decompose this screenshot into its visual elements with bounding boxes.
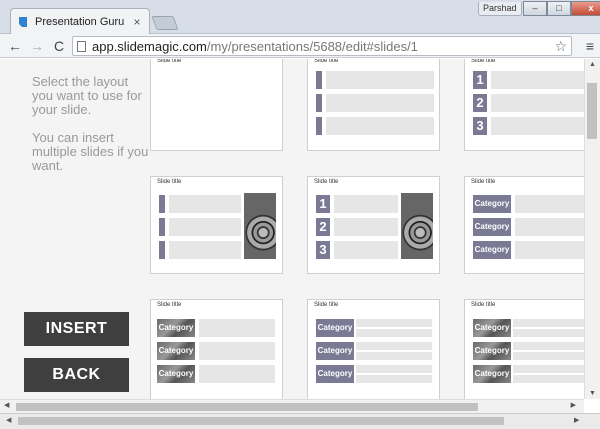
instructions: Select the layout you want to use for yo… [32,75,152,187]
layout-row [159,195,241,213]
layout-card-title-only[interactable]: Slide title [150,59,283,151]
layout-row: 1 [473,71,584,89]
layout-card-photo-category-lines[interactable]: Slide title Category Category Category [464,299,584,399]
scroll-up-icon[interactable]: ▲ [589,61,596,68]
browser-titlebar: Presentation Guru × Parshad – □ x [0,0,600,34]
reload-icon[interactable]: C [50,37,68,55]
layout-card-bullets-photo[interactable]: Slide title [150,176,283,274]
layout-row: 3 [316,241,398,259]
slide-title-label: Slide title [471,302,496,308]
back-button[interactable]: BACK [24,358,129,392]
tab-close-icon[interactable]: × [131,15,143,29]
browser-toolbar: ← → C app.slidemagic.com/my/presentation… [0,34,600,58]
bookmark-star-icon[interactable]: ☆ [554,37,567,55]
instruction-layout: Select the layout you want to use for yo… [32,74,142,117]
page-horizontal-scroll-thumb[interactable] [18,417,504,425]
browser-tab[interactable]: Presentation Guru × [10,8,150,34]
slide-title-label: Slide title [157,179,182,185]
inner-horizontal-scroll-thumb[interactable] [16,403,478,411]
layout-card-bullets[interactable]: Slide title [307,59,440,151]
layout-row: Category [473,365,584,383]
layout-row: Category [157,319,275,337]
layout-card-category-lines[interactable]: Slide title Category Category Category [307,299,440,399]
layout-row: Category [473,218,584,236]
layout-row [159,218,241,236]
page-content: Select the layout you want to use for yo… [0,59,584,399]
new-tab-button[interactable] [151,16,179,30]
slide-title-label: Slide title [314,59,339,64]
slide-title-label: Slide title [471,59,496,64]
tab-title: Presentation Guru [35,15,125,28]
profile-name[interactable]: Parshad [478,2,522,16]
layout-row: Category [316,319,434,337]
layout-row: Category [157,342,275,360]
layout-row: 3 [473,117,584,135]
slide-title-label: Slide title [314,302,339,308]
layout-row: Category [157,365,275,383]
vertical-scroll-thumb[interactable] [587,83,597,139]
scroll-left-icon[interactable]: ◀ [4,401,9,409]
vertical-scrollbar[interactable]: ▲ ▼ [584,59,600,399]
layout-row: Category [473,241,584,259]
url-host: app.slidemagic.com [92,38,207,54]
slide-title-label: Slide title [314,179,339,185]
presentation-guru-icon [19,16,27,27]
slide-title-label: Slide title [157,302,182,308]
layout-row: 2 [473,94,584,112]
layout-row: Category [473,342,584,360]
scroll-down-icon[interactable]: ▼ [589,390,596,397]
layout-card-numbered[interactable]: Slide title 1 2 3 [464,59,584,151]
page-icon [77,40,86,52]
insert-button[interactable]: INSERT [24,312,129,346]
layout-card-photo-categories[interactable]: Slide title Category Category Category [150,299,283,399]
instruction-multiple: You can insert multiple slides if you wa… [32,130,149,173]
menu-icon[interactable]: ≡ [586,36,594,56]
back-arrow-icon[interactable]: ← [6,37,24,55]
layout-row [159,241,241,259]
maximize-button[interactable]: □ [547,1,571,16]
scroll-right-icon[interactable]: ▶ [574,416,579,424]
ferris-wheel-photo [401,193,433,259]
slide-title-label: Slide title [157,59,182,64]
layout-row: Category [316,365,434,383]
slide-title-label: Slide title [471,179,496,185]
scroll-right-icon[interactable]: ▶ [571,401,576,409]
minimize-button[interactable]: – [523,1,547,16]
page-horizontal-scrollbar[interactable]: ◀ ▶ [0,413,600,429]
layout-card-numbered-photo[interactable]: Slide title 1 2 3 [307,176,440,274]
forward-arrow-icon[interactable]: → [28,37,46,55]
layout-card-categories[interactable]: Slide title Category Category Category [464,176,584,274]
layout-row [316,117,434,135]
layout-row [316,71,434,89]
window-controls: – □ x [523,1,600,16]
layout-row: 1 [316,195,398,213]
layout-row: Category [316,342,434,360]
ferris-wheel-photo [244,193,276,259]
inner-horizontal-scrollbar[interactable]: ◀ ▶ [0,399,584,413]
layout-row: Category [473,195,584,213]
close-window-button[interactable]: x [571,1,600,16]
scroll-left-icon[interactable]: ◀ [6,416,11,424]
layout-row: Category [473,319,584,337]
address-bar[interactable]: app.slidemagic.com/my/presentations/5688… [72,36,572,56]
layout-row: 2 [316,218,398,236]
layout-row [316,94,434,112]
url-path: /my/presentations/5688/edit#slides/1 [206,38,418,54]
